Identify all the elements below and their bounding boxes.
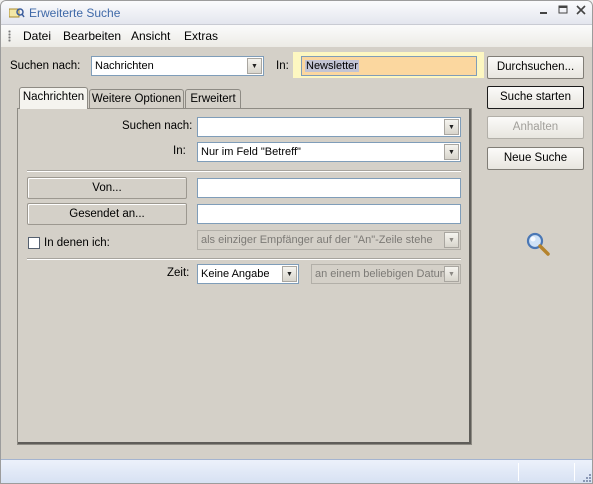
advanced-search-window: Erweiterte Suche Datei Bearbeiten Ansich… [0, 0, 593, 484]
status-divider [574, 463, 575, 481]
von-button[interactable]: Von... [27, 177, 187, 199]
gesendet-an-input[interactable] [197, 204, 461, 224]
tab-erweitert[interactable]: Erweitert [185, 89, 241, 108]
in-denen-ich-value: als einziger Empfänger auf der "An"-Zeil… [201, 234, 433, 246]
chevron-down-icon[interactable]: ▼ [247, 58, 262, 74]
minimize-icon [540, 12, 547, 14]
chevron-down-icon[interactable]: ▼ [444, 119, 459, 135]
in-denen-ich-select[interactable]: als einziger Empfänger auf der "An"-Zeil… [197, 230, 461, 250]
form-in-value: Nur im Feld "Betreff" [201, 146, 301, 158]
form-suchen-nach-select[interactable]: ▼ [197, 117, 461, 137]
form-in-select[interactable]: Nur im Feld "Betreff" ▼ [197, 142, 461, 162]
in-denen-ich-checkbox[interactable] [28, 237, 40, 249]
form-in-label: In: [173, 145, 186, 157]
menu-item-extras[interactable]: Extras [184, 29, 218, 43]
menu-item-ansicht[interactable]: Ansicht [131, 29, 170, 43]
search-app-icon [9, 8, 25, 18]
maximize-icon [558, 5, 568, 14]
zeit-value: Keine Angabe [201, 268, 270, 280]
title-bar: Erweiterte Suche [1, 1, 592, 25]
anhalten-button[interactable]: Anhalten [487, 116, 584, 139]
chevron-down-icon[interactable]: ▼ [282, 266, 297, 282]
datum-select[interactable]: an einem beliebigen Datum ▼ [311, 264, 461, 284]
suche-starten-button[interactable]: Suche starten [487, 86, 584, 109]
resize-grip-icon[interactable] [581, 472, 592, 483]
menu-item-bearbeiten[interactable]: Bearbeiten [63, 29, 121, 43]
zeit-select[interactable]: Keine Angabe ▼ [197, 264, 299, 284]
separator [27, 258, 461, 260]
von-input[interactable] [197, 178, 461, 198]
suchen-nach-value: Nachrichten [95, 60, 154, 72]
zeit-label: Zeit: [167, 267, 190, 279]
chevron-down-icon[interactable]: ▼ [444, 144, 459, 160]
menu-grip[interactable] [8, 30, 11, 42]
tab-weitere-optionen[interactable]: Weitere Optionen [89, 89, 184, 108]
chevron-down-icon[interactable]: ▼ [444, 266, 459, 282]
in-label: In: [276, 60, 289, 72]
close-icon [576, 5, 586, 15]
magnifier-icon [526, 232, 550, 256]
separator [27, 170, 461, 172]
minimize-button[interactable] [537, 5, 551, 19]
datum-value: an einem beliebigen Datum [315, 268, 449, 280]
chevron-down-icon[interactable]: ▼ [444, 232, 459, 248]
window-title: Erweiterte Suche [29, 6, 121, 20]
status-bar [1, 459, 592, 483]
menu-item-datei[interactable]: Datei [23, 29, 51, 43]
maximize-button[interactable] [556, 5, 570, 19]
durchsuchen-button[interactable]: Durchsuchen... [487, 56, 584, 79]
close-button[interactable] [574, 5, 588, 19]
gesendet-an-button[interactable]: Gesendet an... [27, 203, 187, 225]
suchen-nach-select[interactable]: Nachrichten ▼ [91, 56, 264, 76]
status-divider [518, 463, 519, 481]
suchen-nach-label: Suchen nach: [10, 60, 81, 72]
in-denen-ich-label: In denen ich: [44, 237, 110, 249]
in-folder-value: Newsletter [305, 60, 359, 72]
menu-bar: Datei Bearbeiten Ansicht Extras [1, 25, 592, 47]
neue-suche-button[interactable]: Neue Suche [487, 147, 584, 170]
tab-nachrichten[interactable]: Nachrichten [19, 87, 88, 109]
in-folder-field[interactable]: Newsletter [301, 56, 477, 76]
form-suchen-nach-label: Suchen nach: [122, 120, 193, 132]
